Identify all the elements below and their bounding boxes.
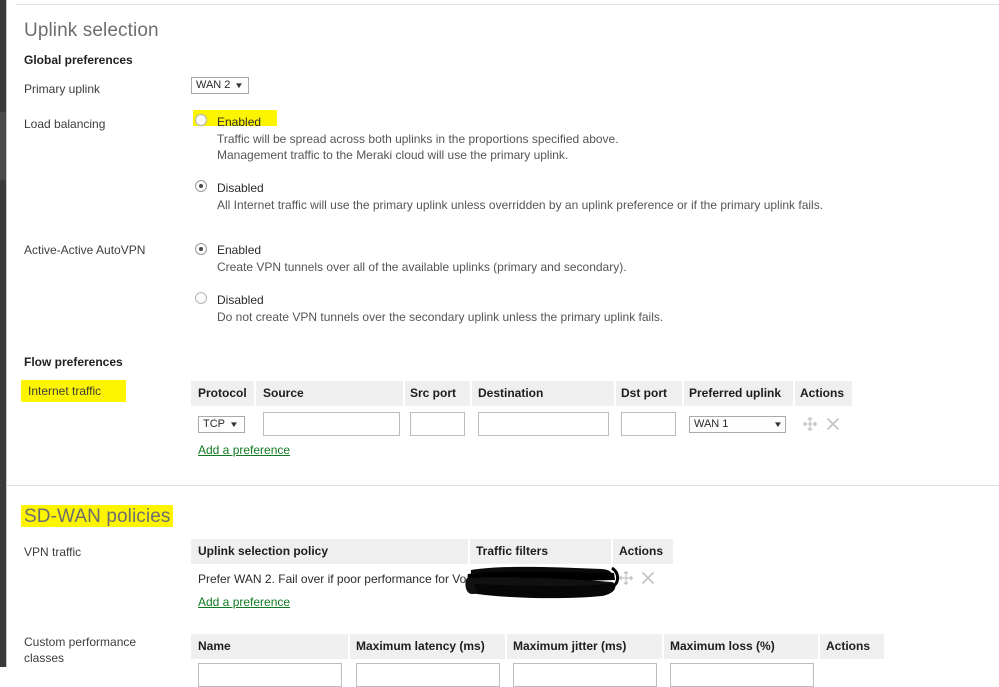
sdwan-policies-title: SD-WAN policies xyxy=(24,506,171,527)
page-top-border xyxy=(16,4,999,5)
header-separator xyxy=(793,381,795,406)
header-separator xyxy=(254,381,256,406)
column-header-src-port: Src port xyxy=(410,386,457,400)
destination-input[interactable] xyxy=(478,412,609,436)
chevron-down-icon: ▼ xyxy=(773,419,783,429)
dst-port-input[interactable] xyxy=(621,412,676,436)
table-row: Prefer WAN 2. Fail over if poor performa… xyxy=(198,572,480,586)
preferred-uplink-select[interactable]: WAN 1 ▼ xyxy=(689,416,786,433)
delete-icon[interactable] xyxy=(640,570,656,586)
add-preference-link-internet[interactable]: Add a preference xyxy=(198,443,290,457)
load-balancing-enabled-label: Enabled xyxy=(217,115,262,129)
chevron-down-icon: ▼ xyxy=(229,419,239,429)
header-separator xyxy=(470,381,472,406)
flow-preferences-heading: Flow preferences xyxy=(24,355,123,369)
load-balancing-enabled-desc-2: Management traffic to the Meraki cloud w… xyxy=(217,148,569,162)
protocol-select[interactable]: TCP ▼ xyxy=(198,416,245,433)
load-balancing-label: Load balancing xyxy=(24,117,106,131)
global-preferences-heading: Global preferences xyxy=(24,53,133,67)
delete-icon[interactable] xyxy=(825,416,841,432)
page-title: Uplink selection xyxy=(24,20,159,41)
custom-performance-classes-label-1: Custom performance xyxy=(24,635,137,649)
column-header-preferred-uplink: Preferred uplink xyxy=(689,386,782,400)
settings-page: Uplink selection Global preferences Prim… xyxy=(7,0,999,687)
header-separator xyxy=(403,381,405,406)
vpn-traffic-label: VPN traffic xyxy=(24,545,82,559)
load-balancing-disabled-desc-1: All Internet traffic will use the primar… xyxy=(217,198,824,212)
column-header-uplink-selection-policy: Uplink selection policy xyxy=(198,544,329,558)
load-balancing-disabled-label: Disabled xyxy=(217,181,264,195)
header-separator xyxy=(662,634,664,659)
primary-uplink-select[interactable]: WAN 2 ▼ xyxy=(191,77,249,94)
column-header-protocol: Protocol xyxy=(198,386,247,400)
preferred-uplink-value: WAN 1 xyxy=(694,418,729,430)
internet-traffic-label: Internet traffic xyxy=(28,384,102,398)
autovpn-disabled-label: Disabled xyxy=(217,293,264,307)
active-active-autovpn-label: Active-Active AutoVPN xyxy=(24,243,146,257)
autovpn-enabled-radio[interactable] xyxy=(195,243,207,255)
column-header-dst-port: Dst port xyxy=(621,386,667,400)
header-separator xyxy=(348,634,350,659)
header-separator xyxy=(682,381,684,406)
move-handle-icon[interactable] xyxy=(802,416,818,432)
autovpn-disabled-desc-1: Do not create VPN tunnels over the secon… xyxy=(217,310,664,324)
column-header-name: Name xyxy=(198,639,231,653)
autovpn-enabled-label: Enabled xyxy=(217,243,262,257)
primary-uplink-label: Primary uplink xyxy=(24,82,101,96)
header-separator xyxy=(818,634,820,659)
load-balancing-enabled-radio[interactable] xyxy=(195,114,207,126)
column-header-max-latency: Maximum latency (ms) xyxy=(356,639,485,653)
column-header-max-jitter: Maximum jitter (ms) xyxy=(513,639,627,653)
header-separator xyxy=(505,634,507,659)
autovpn-disabled-radio[interactable] xyxy=(195,292,207,304)
chevron-down-icon: ▼ xyxy=(234,80,245,90)
column-header-destination: Destination xyxy=(478,386,544,400)
custom-performance-classes-label-2: classes xyxy=(24,651,65,665)
column-header-actions-perf: Actions xyxy=(826,639,871,653)
primary-uplink-value: WAN 2 xyxy=(196,79,231,91)
redaction-scribble xyxy=(465,566,620,599)
load-balancing-disabled-radio[interactable] xyxy=(195,180,207,192)
header-separator xyxy=(614,381,616,406)
source-input[interactable] xyxy=(263,412,400,436)
add-preference-link-vpn[interactable]: Add a preference xyxy=(198,595,290,609)
autovpn-enabled-desc-1: Create VPN tunnels over all of the avail… xyxy=(217,260,627,274)
section-divider xyxy=(7,485,999,486)
column-header-source: Source xyxy=(263,386,304,400)
load-balancing-enabled-desc-1: Traffic will be spread across both uplin… xyxy=(217,132,619,146)
protocol-value: TCP xyxy=(203,418,225,430)
src-port-input[interactable] xyxy=(410,412,465,436)
column-header-max-loss: Maximum loss (%) xyxy=(670,639,775,653)
column-header-actions: Actions xyxy=(800,386,845,400)
